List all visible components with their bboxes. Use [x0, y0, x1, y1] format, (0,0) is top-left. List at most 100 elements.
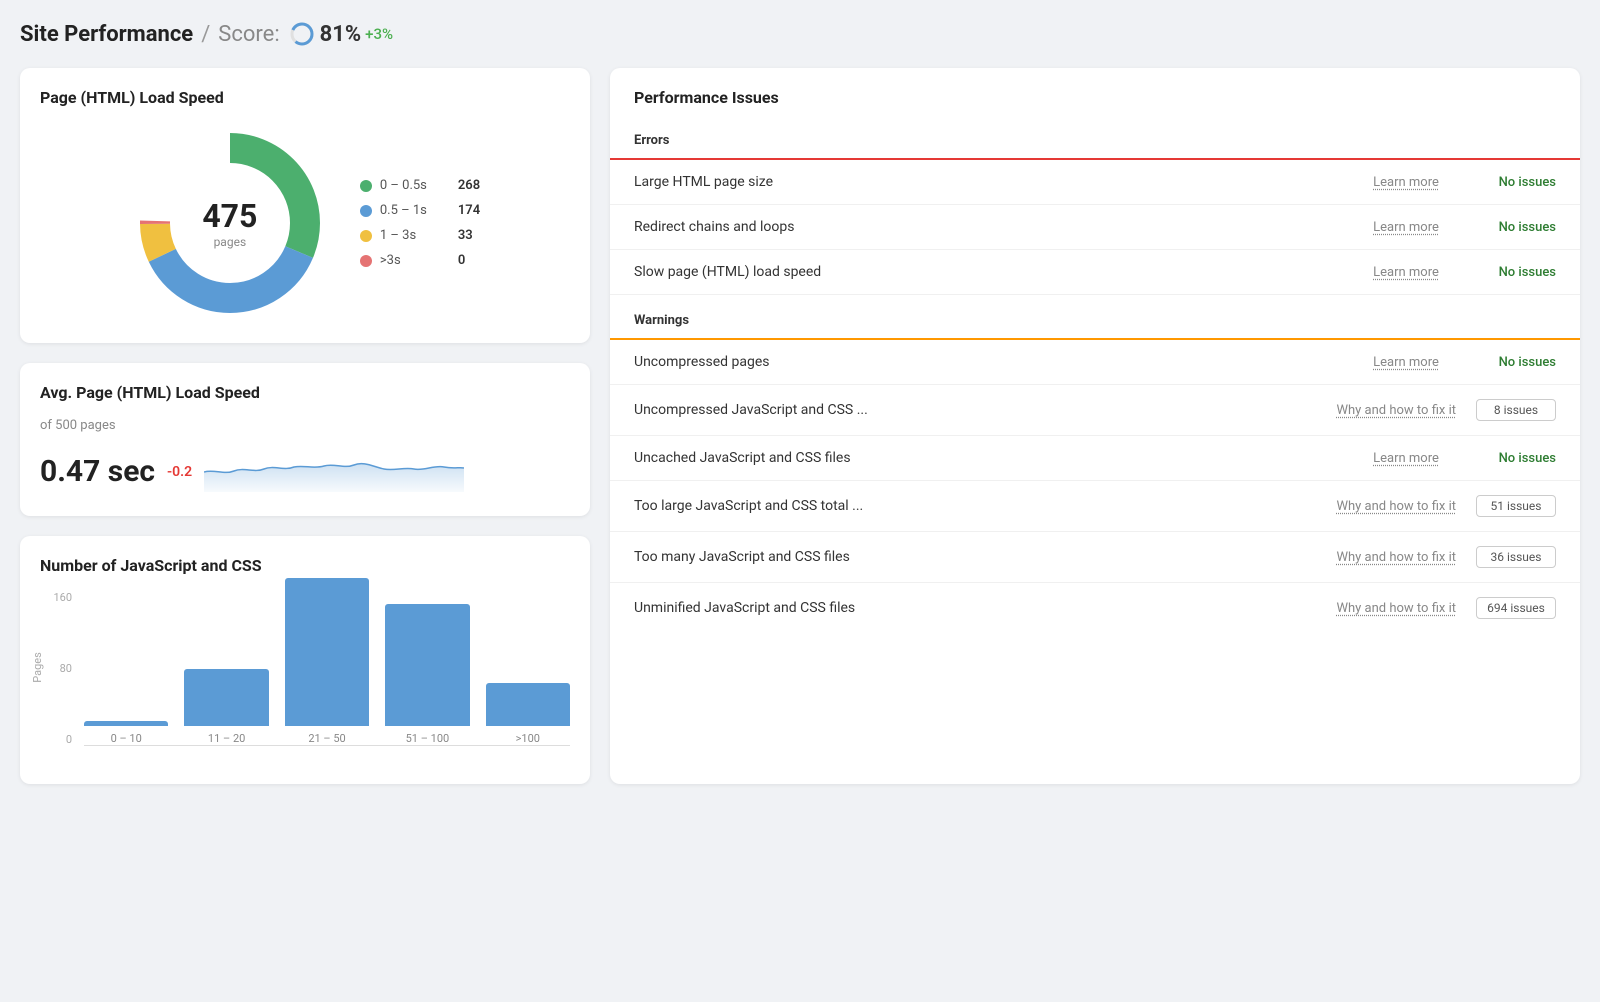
performance-issues-title: Performance Issues	[610, 68, 1580, 123]
issue-name-uncompressed-js: Uncompressed JavaScript and CSS ...	[634, 402, 1336, 418]
bar-51-100: 51 – 100	[385, 604, 469, 745]
y-tick-80: 80	[40, 662, 72, 675]
legend-item-0: 0 – 0.5s 268	[360, 178, 480, 193]
issue-name-redirects: Redirect chains and loops	[634, 219, 1356, 235]
legend-item-3: >3s 0	[360, 253, 480, 268]
issue-row-unminified-js: Unminified JavaScript and CSS files Why …	[610, 583, 1580, 633]
legend-count-2: 33	[458, 228, 473, 243]
issue-status-uncompressed-pages: No issues	[1476, 355, 1556, 370]
issue-badge-uncompressed-js: 8 issues	[1476, 399, 1556, 421]
issue-name-uncached-js: Uncached JavaScript and CSS files	[634, 450, 1356, 466]
issue-row-uncompressed-pages: Uncompressed pages Learn more No issues	[610, 340, 1580, 385]
y-tick-0: 0	[40, 733, 72, 746]
bar-group: 0 – 10 11 – 20 21 – 50 51	[84, 591, 570, 746]
bar-label-0: 0 – 10	[111, 732, 142, 745]
bar-0-10: 0 – 10	[84, 721, 168, 745]
score-label: Score:	[218, 22, 279, 47]
legend-count-0: 268	[458, 178, 480, 193]
avg-speed-delta: -0.2	[167, 464, 192, 480]
bar-rect-0	[84, 721, 168, 726]
why-fix-too-many-js[interactable]: Why and how to fix it	[1336, 550, 1456, 565]
js-css-title: Number of JavaScript and CSS	[40, 556, 570, 575]
avg-speed-title: Avg. Page (HTML) Load Speed	[40, 383, 570, 402]
sparkline	[204, 447, 570, 496]
learn-more-slow-html[interactable]: Learn more	[1356, 265, 1456, 280]
issue-row-slow-html: Slow page (HTML) load speed Learn more N…	[610, 250, 1580, 295]
avg-speed-row: 0.47 sec -0.2	[40, 447, 570, 496]
legend-range-1: 0.5 – 1s	[380, 203, 450, 218]
load-speed-title: Page (HTML) Load Speed	[40, 88, 570, 107]
bar-label-4: >100	[516, 732, 540, 745]
issue-status-uncached-js: No issues	[1476, 451, 1556, 466]
legend-dot-green	[360, 180, 372, 192]
legend-dot-yellow	[360, 230, 372, 242]
score-delta: +3%	[365, 25, 393, 43]
issue-name-too-large-js: Too large JavaScript and CSS total ...	[634, 498, 1336, 514]
bar-gt100: >100	[486, 683, 570, 745]
avg-speed-card: Avg. Page (HTML) Load Speed of 500 pages…	[20, 363, 590, 516]
donut-total: 475	[202, 197, 257, 235]
learn-more-redirects[interactable]: Learn more	[1356, 220, 1456, 235]
score-value: 81%	[320, 22, 362, 47]
bar-rect-3	[385, 604, 469, 726]
avg-speed-value: 0.47 sec	[40, 454, 155, 489]
issue-row-large-html: Large HTML page size Learn more No issue…	[610, 160, 1580, 205]
issue-name-too-many-js: Too many JavaScript and CSS files	[634, 549, 1336, 565]
sparkline-svg	[204, 447, 464, 492]
avg-speed-subtitle: of 500 pages	[40, 418, 570, 433]
js-css-card: Number of JavaScript and CSS 160 80 0 Pa…	[20, 536, 590, 784]
donut-section: 475 pages 0 – 0.5s 268 0.5 – 1s 174	[40, 123, 570, 323]
legend-range-0: 0 – 0.5s	[380, 178, 450, 193]
issue-name-large-html: Large HTML page size	[634, 174, 1356, 190]
issue-status-redirects: No issues	[1476, 220, 1556, 235]
y-axis-label: Pages	[31, 652, 44, 683]
issue-badge-too-many-js: 36 issues	[1476, 546, 1556, 568]
issue-row-uncached-js: Uncached JavaScript and CSS files Learn …	[610, 436, 1580, 481]
legend-range-3: >3s	[380, 253, 450, 268]
performance-issues-card: Performance Issues Errors Large HTML pag…	[610, 68, 1580, 784]
donut-legend: 0 – 0.5s 268 0.5 – 1s 174 1 – 3s 33	[360, 178, 480, 268]
issue-row-uncompressed-js: Uncompressed JavaScript and CSS ... Why …	[610, 385, 1580, 436]
page-header: Site Performance / Score: 81% +3%	[20, 20, 1580, 48]
issue-row-redirects: Redirect chains and loops Learn more No …	[610, 205, 1580, 250]
score-donut-icon	[288, 20, 316, 48]
issue-name-uncompressed-pages: Uncompressed pages	[634, 354, 1356, 370]
legend-count-3: 0	[458, 253, 465, 268]
learn-more-uncompressed-pages[interactable]: Learn more	[1356, 355, 1456, 370]
legend-dot-blue	[360, 205, 372, 217]
score-circle-wrap: 81% +3%	[288, 20, 393, 48]
title-separator: /	[201, 22, 210, 47]
left-column: Page (HTML) Load Speed 475	[20, 68, 590, 784]
legend-range-2: 1 – 3s	[380, 228, 450, 243]
donut-total-label: pages	[202, 235, 257, 249]
legend-item-2: 1 – 3s 33	[360, 228, 480, 243]
issue-row-too-large-js: Too large JavaScript and CSS total ... W…	[610, 481, 1580, 532]
main-grid: Page (HTML) Load Speed 475	[20, 68, 1580, 784]
bar-rect-4	[486, 683, 570, 726]
bar-label-3: 51 – 100	[406, 732, 450, 745]
donut-chart: 475 pages	[130, 123, 330, 323]
why-fix-unminified-js[interactable]: Why and how to fix it	[1336, 601, 1456, 616]
issue-badge-too-large-js: 51 issues	[1476, 495, 1556, 517]
issue-row-too-many-js: Too many JavaScript and CSS files Why an…	[610, 532, 1580, 583]
donut-center: 475 pages	[202, 197, 257, 249]
legend-dot-red	[360, 255, 372, 267]
bar-label-1: 11 – 20	[208, 732, 245, 745]
learn-more-large-html[interactable]: Learn more	[1356, 175, 1456, 190]
learn-more-uncached-js[interactable]: Learn more	[1356, 451, 1456, 466]
why-fix-too-large-js[interactable]: Why and how to fix it	[1336, 499, 1456, 514]
y-axis: 160 80 0	[40, 591, 78, 746]
bar-rect-1	[184, 669, 268, 726]
bar-label-2: 21 – 50	[308, 732, 345, 745]
issue-status-large-html: No issues	[1476, 175, 1556, 190]
bar-11-20: 11 – 20	[184, 669, 268, 745]
issue-status-slow-html: No issues	[1476, 265, 1556, 280]
why-fix-uncompressed-js[interactable]: Why and how to fix it	[1336, 403, 1456, 418]
page-title: Site Performance	[20, 22, 193, 47]
load-speed-card: Page (HTML) Load Speed 475	[20, 68, 590, 343]
bar-chart-container: 160 80 0 Pages 0 – 10 11 – 20	[40, 591, 570, 756]
bar-rect-2	[285, 578, 369, 726]
legend-count-1: 174	[458, 203, 480, 218]
issue-badge-unminified-js: 694 issues	[1476, 597, 1556, 619]
issue-name-slow-html: Slow page (HTML) load speed	[634, 264, 1356, 280]
